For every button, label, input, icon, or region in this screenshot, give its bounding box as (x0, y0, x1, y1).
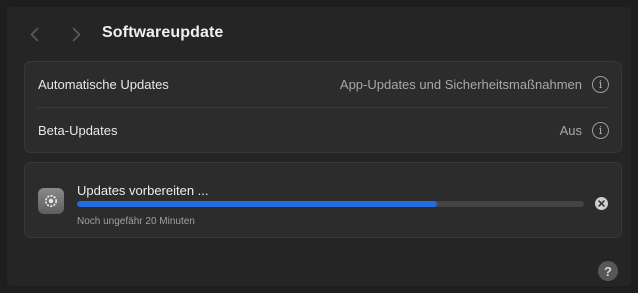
update-progress-bar (77, 201, 584, 207)
update-status-title: Updates vorbereiten ... (77, 183, 209, 198)
automatic-updates-label: Automatische Updates (38, 77, 169, 92)
help-button[interactable]: ? (598, 261, 618, 281)
forward-button[interactable] (66, 23, 86, 45)
beta-updates-row: Beta-Updates Aus i (25, 108, 621, 153)
back-button[interactable] (24, 23, 44, 45)
info-circle-icon[interactable]: i (592, 122, 609, 139)
cancel-update-button[interactable] (595, 197, 608, 210)
close-circle-icon (598, 200, 605, 207)
chevron-right-icon (72, 27, 80, 41)
toolbar: Softwareupdate (7, 7, 631, 59)
update-progress-card: Updates vorbereiten ... Noch ungefähr 20… (24, 162, 622, 238)
settings-group: Automatische Updates App-Updates und Sic… (24, 61, 622, 153)
update-time-remaining: Noch ungefähr 20 Minuten (77, 216, 195, 227)
automatic-updates-row: Automatische Updates App-Updates und Sic… (25, 62, 621, 107)
automatic-updates-value: App-Updates und Sicherheitsmaßnahmen (339, 77, 582, 92)
page-title: Softwareupdate (102, 24, 224, 41)
info-circle-icon[interactable]: i (592, 76, 609, 93)
software-update-gear-icon (38, 188, 64, 214)
update-progress-fill (77, 201, 437, 207)
beta-updates-label: Beta-Updates (38, 123, 118, 138)
chevron-left-icon (30, 27, 38, 41)
settings-window: Softwareupdate Automatische Updates App-… (7, 7, 631, 286)
beta-updates-value: Aus (559, 123, 582, 138)
